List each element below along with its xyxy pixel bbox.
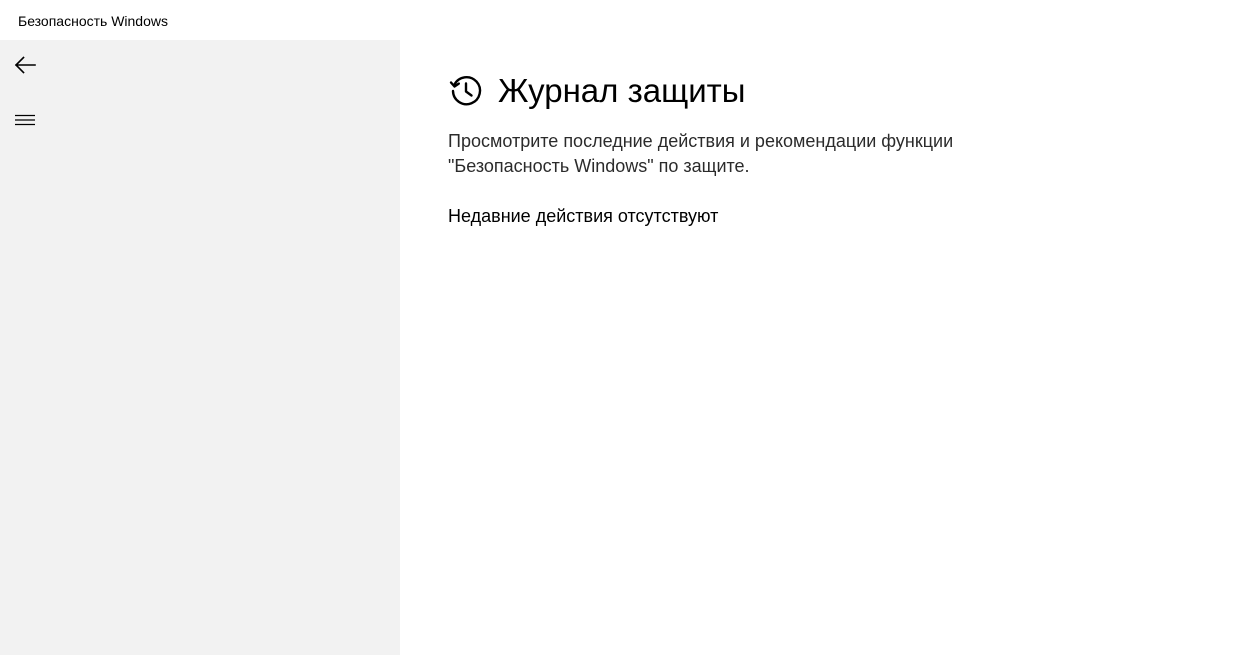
back-button[interactable] — [1, 41, 49, 89]
empty-state-text: Недавние действия отсутствуют — [448, 206, 719, 226]
app-window: Безопасность Windows Журнал защиты Просм… — [0, 0, 1259, 655]
menu-button[interactable] — [1, 96, 49, 144]
page-title: Журнал защиты — [498, 72, 746, 109]
page-description: Просмотрите последние действия и рекомен… — [448, 131, 954, 176]
history-clock-icon — [448, 73, 484, 109]
sidebar — [0, 40, 400, 655]
arrow-left-icon — [14, 56, 36, 74]
hamburger-menu-icon — [15, 114, 35, 126]
window-title: Безопасность Windows — [18, 13, 168, 29]
title-bar: Безопасность Windows — [0, 0, 1259, 40]
page-heading: Журнал защиты — [448, 70, 745, 112]
main-content: Журнал защиты Просмотрите последние дейс… — [400, 40, 1259, 655]
